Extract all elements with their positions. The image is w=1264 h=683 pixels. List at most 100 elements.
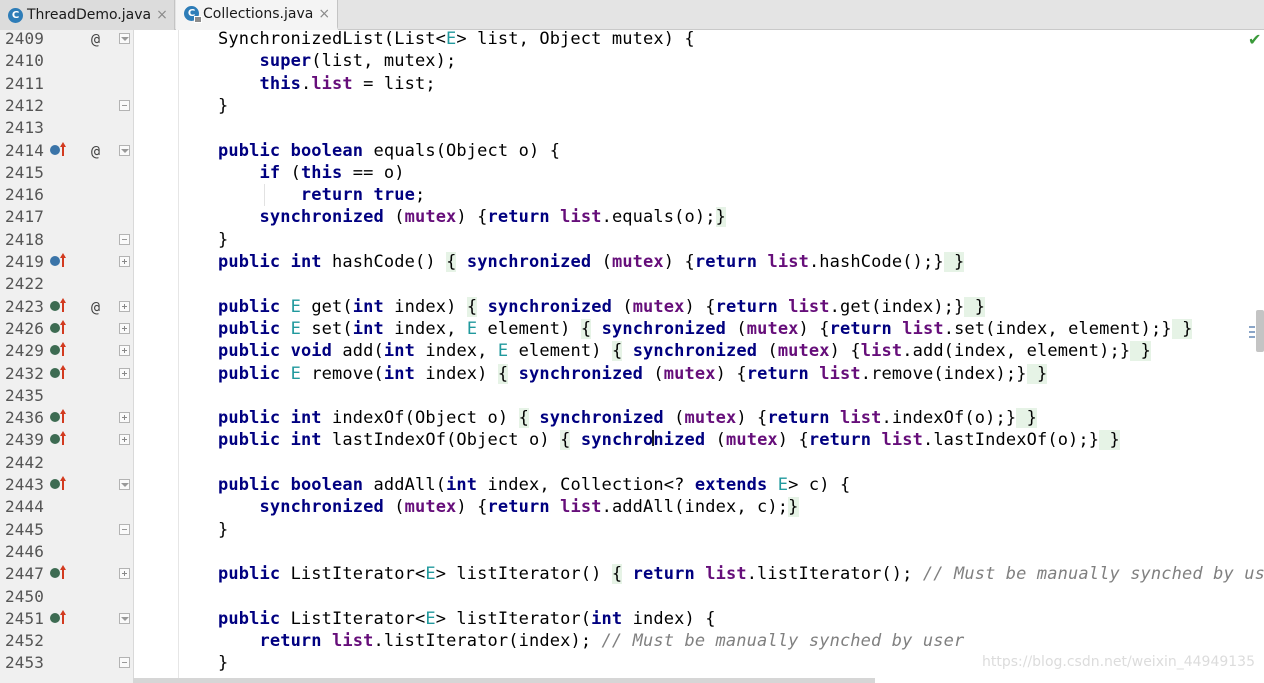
fold-expand-icon[interactable]	[119, 256, 130, 267]
overrides-method-icon[interactable]	[50, 256, 60, 266]
code-line[interactable]: 2426 public E set(int index, E element) {…	[0, 318, 1264, 340]
code-text[interactable]: public ListIterator<E> listIterator(int …	[218, 608, 716, 630]
implements-method-icon[interactable]	[50, 612, 60, 623]
code-text[interactable]: if (this == o)	[218, 162, 405, 184]
go-to-super-arrow-icon[interactable]	[60, 565, 66, 580]
code-text[interactable]: public ListIterator<E> listIterator() { …	[218, 563, 1264, 585]
usages-at-icon[interactable]: @	[91, 296, 100, 318]
error-stripe-mark[interactable]	[1249, 336, 1255, 338]
implements-method-icon[interactable]	[50, 479, 60, 489]
code-text[interactable]: synchronized (mutex) {return list.addAll…	[218, 496, 799, 518]
fold-collapse-icon[interactable]	[119, 612, 130, 624]
fold-expand-icon[interactable]	[119, 345, 130, 357]
fold-expand-icon[interactable]	[119, 434, 130, 446]
fold-expand-icon[interactable]	[119, 412, 130, 424]
fold-collapse-icon[interactable]	[119, 479, 130, 490]
usages-at-icon[interactable]: @	[91, 28, 100, 50]
fold-expand-icon[interactable]	[119, 568, 130, 580]
code-text[interactable]: public void add(int index, E element) { …	[218, 340, 1151, 362]
code-line[interactable]: 2439 public int lastIndexOf(Object o) { s…	[0, 429, 1264, 451]
code-line[interactable]: 2411 this.list = list;	[0, 73, 1264, 95]
code-line[interactable]: 2435	[0, 385, 1264, 407]
code-line[interactable]: 2416 return true;	[0, 184, 1264, 206]
horizontal-scrollbar-thumb[interactable]	[133, 678, 875, 683]
close-icon[interactable]: ×	[156, 7, 168, 23]
go-to-super-arrow-icon[interactable]	[60, 609, 66, 624]
code-line[interactable]: 2450	[0, 586, 1264, 608]
tab-collections[interactable]: C Collections.java ×	[176, 0, 338, 30]
code-line[interactable]: 2432 public E remove(int index) { synchro…	[0, 363, 1264, 385]
usages-at-icon[interactable]: @	[91, 140, 100, 162]
code-text[interactable]: return true;	[218, 184, 425, 206]
implements-method-icon[interactable]	[50, 434, 60, 445]
fold-expand-icon[interactable]	[119, 367, 130, 379]
code-text[interactable]: }	[218, 95, 228, 117]
code-line[interactable]: 2417 synchronized (mutex) {return list.e…	[0, 206, 1264, 228]
code-line[interactable]: 2409 @ SynchronizedList(List<E> list, Obje…	[0, 28, 1264, 50]
go-to-super-arrow-icon[interactable]	[60, 141, 66, 156]
go-to-super-arrow-icon[interactable]	[60, 431, 66, 446]
go-to-super-arrow-icon[interactable]	[60, 342, 66, 357]
code-line[interactable]: 2436 public int indexOf(Object o) { synch…	[0, 407, 1264, 429]
implements-method-icon[interactable]	[50, 322, 60, 333]
error-stripe-mark[interactable]	[1249, 326, 1255, 328]
code-text[interactable]: public E set(int index, E element) { syn…	[218, 318, 1193, 340]
code-text[interactable]: public E get(int index) { synchronized (…	[218, 296, 986, 318]
go-to-super-arrow-icon[interactable]	[60, 253, 66, 267]
code-line[interactable]: 2445}	[0, 519, 1264, 541]
vertical-scrollbar-thumb[interactable]	[1256, 310, 1264, 352]
inspection-ok-icon[interactable]: ✔	[1248, 30, 1261, 49]
code-text[interactable]: }	[218, 652, 228, 674]
code-line[interactable]: 2412}	[0, 95, 1264, 117]
code-line[interactable]: 2414 @ public boolean equals(Object o) {	[0, 140, 1264, 162]
code-text[interactable]: public boolean addAll(int index, Collect…	[218, 474, 850, 496]
code-line[interactable]: 2410 super(list, mutex);	[0, 50, 1264, 72]
code-text[interactable]: super(list, mutex);	[218, 50, 456, 72]
fold-collapse-icon[interactable]	[119, 657, 130, 669]
go-to-super-arrow-icon[interactable]	[60, 319, 66, 334]
overrides-method-icon[interactable]	[50, 144, 60, 155]
code-line[interactable]: 2422	[0, 273, 1264, 295]
code-line[interactable]: 2418}	[0, 229, 1264, 251]
code-text[interactable]: public int lastIndexOf(Object o) { synch…	[218, 429, 1120, 451]
code-line[interactable]: 2443 public boolean addAll(int index, Col…	[0, 474, 1264, 496]
code-text[interactable]: SynchronizedList(List<E> list, Object mu…	[218, 28, 695, 50]
code-line[interactable]: 2419 public int hashCode() { synchronized…	[0, 251, 1264, 273]
close-icon[interactable]: ×	[318, 6, 330, 22]
implements-method-icon[interactable]	[50, 345, 60, 356]
code-line[interactable]: 2413	[0, 117, 1264, 139]
implements-method-icon[interactable]	[50, 300, 60, 311]
error-stripe-mark[interactable]	[1249, 331, 1255, 333]
code-text[interactable]: return list.listIterator(index); // Must…	[218, 630, 964, 652]
code-text[interactable]: }	[218, 229, 228, 251]
fold-collapse-icon[interactable]	[119, 33, 130, 44]
fold-collapse-icon[interactable]	[119, 523, 130, 535]
code-line[interactable]: 2415 if (this == o)	[0, 162, 1264, 184]
code-text[interactable]: public int hashCode() { synchronized (mu…	[218, 251, 965, 273]
code-text[interactable]: this.list = list;	[218, 73, 436, 95]
implements-method-icon[interactable]	[50, 568, 60, 579]
tab-threaddemo[interactable]: C ThreadDemo.java ×	[0, 0, 175, 30]
code-line[interactable]: 2429 public void add(int index, E element…	[0, 340, 1264, 362]
code-text[interactable]: }	[218, 519, 228, 541]
fold-collapse-icon[interactable]	[119, 99, 130, 111]
code-line[interactable]: 2442	[0, 452, 1264, 474]
code-line[interactable]: 2452 return list.listIterator(index); //…	[0, 630, 1264, 652]
implements-method-icon[interactable]	[50, 412, 60, 423]
go-to-super-arrow-icon[interactable]	[60, 297, 66, 312]
fold-collapse-icon[interactable]	[119, 233, 130, 245]
fold-expand-icon[interactable]	[119, 322, 130, 334]
go-to-super-arrow-icon[interactable]	[60, 364, 66, 379]
go-to-super-arrow-icon[interactable]	[60, 409, 66, 424]
code-text[interactable]: public int indexOf(Object o) { synchroni…	[218, 407, 1037, 429]
code-text[interactable]: synchronized (mutex) {return list.equals…	[218, 206, 726, 228]
implements-method-icon[interactable]	[50, 367, 60, 378]
code-line[interactable]: 2447 public ListIterator<E> listIterator(…	[0, 563, 1264, 585]
code-editor[interactable]: 2409 @ SynchronizedList(List<E> list, Obje…	[0, 28, 1264, 683]
code-text[interactable]: public E remove(int index) { synchronize…	[218, 363, 1048, 385]
fold-expand-icon[interactable]	[119, 300, 130, 312]
code-line[interactable]: 2444 synchronized (mutex) {return list.a…	[0, 496, 1264, 518]
code-line[interactable]: 2446	[0, 541, 1264, 563]
code-line[interactable]: 2451 public ListIterator<E> listIterator(…	[0, 608, 1264, 630]
code-text[interactable]: public boolean equals(Object o) {	[218, 140, 560, 162]
